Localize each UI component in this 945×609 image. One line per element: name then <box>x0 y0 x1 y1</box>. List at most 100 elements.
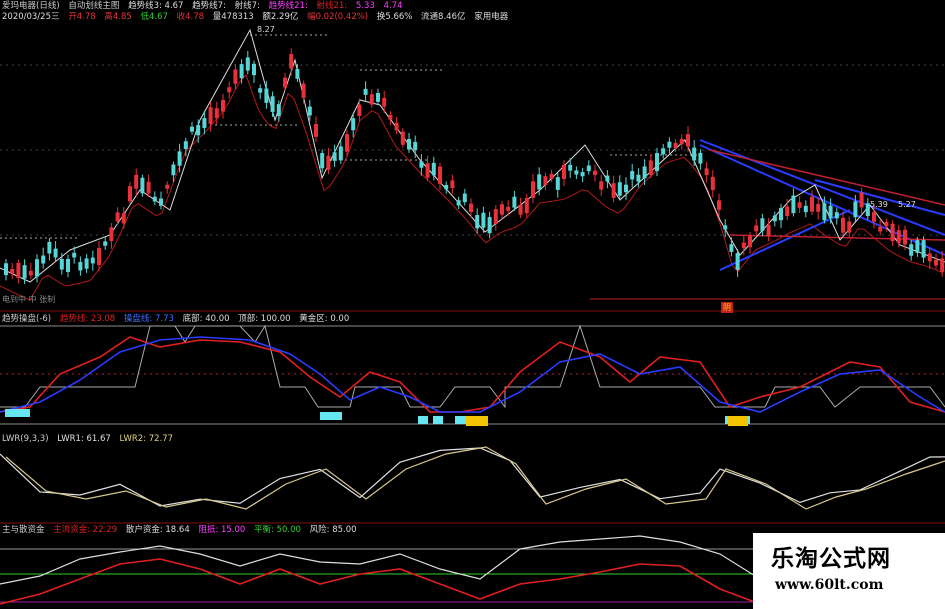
lwr2-line <box>5 446 945 510</box>
lwr-pane[interactable]: LWR(9,3,3) LWR1: 61.67 LWR2: 72.77 <box>0 426 945 524</box>
candle-body <box>698 152 703 164</box>
candle-body <box>810 196 814 212</box>
candle-body <box>493 209 498 224</box>
candle-body <box>202 118 207 128</box>
candle-body <box>369 94 374 105</box>
candle-body <box>630 171 635 180</box>
operation-blue-curve <box>0 336 945 413</box>
candle-body <box>146 181 151 194</box>
candle-body <box>382 97 387 107</box>
candle-body <box>363 88 368 95</box>
candle-body <box>332 152 337 161</box>
candle-body <box>872 211 876 222</box>
candle-body <box>84 258 89 269</box>
candle-body <box>419 161 424 168</box>
candle-body <box>524 197 529 214</box>
candle-body <box>903 229 907 245</box>
candle-body <box>28 270 33 276</box>
candle-body <box>766 224 771 237</box>
candle-body <box>90 257 95 264</box>
candle-body <box>301 83 306 98</box>
candle-body <box>264 88 269 103</box>
right-price-tag-2: 5.27 <box>898 200 916 209</box>
candle-body <box>357 104 362 117</box>
candle-body <box>171 164 176 176</box>
candle-body <box>599 181 604 190</box>
candle-body <box>890 223 895 242</box>
candle-body <box>543 176 548 185</box>
candle-body <box>431 162 436 176</box>
golden-bar <box>728 416 748 426</box>
candle-body <box>227 87 232 93</box>
candle-body <box>741 242 746 249</box>
cyan-bar <box>320 412 342 420</box>
main-chart-pane[interactable]: 爱玛电器(日线) 自动划线主图 趋势线3: 4.67 趋势线7: 射线7: 趋势… <box>0 0 945 313</box>
candle-body <box>704 168 709 176</box>
candle-body <box>10 268 15 275</box>
trend-operation-pane[interactable]: 趋势操盘(-6) 趋势线: 23.08 操盘线: 7.73 底部: 40.00 … <box>0 312 945 426</box>
candle-body <box>165 184 170 189</box>
candle-body <box>233 69 238 84</box>
right-price-tag-1: 5.39 <box>870 200 888 209</box>
candle-body <box>853 201 858 218</box>
candle-body <box>636 174 641 182</box>
candle-body <box>667 141 672 148</box>
support-outline <box>0 324 945 409</box>
candle-body <box>22 265 27 279</box>
candle-body <box>555 177 560 190</box>
candle-body <box>605 175 610 182</box>
candle-body <box>109 227 114 242</box>
main-capital-line <box>0 558 761 605</box>
candle-body <box>351 118 356 131</box>
candle-body <box>190 126 194 132</box>
golden-bar <box>466 416 488 426</box>
candle-body <box>413 141 418 151</box>
candle-body <box>884 222 889 227</box>
candle-body <box>481 212 486 228</box>
watermark-url: www.60lt.com <box>775 577 884 593</box>
candle-body <box>208 107 213 124</box>
candle-body <box>717 200 721 210</box>
candle-body <box>686 134 690 147</box>
candle-body <box>97 248 101 265</box>
candle-body <box>469 203 473 212</box>
candle-body <box>338 146 343 161</box>
candle-body <box>183 141 188 149</box>
candle-body <box>41 255 46 264</box>
candle-body <box>822 203 827 221</box>
candle-body <box>673 142 678 149</box>
candle-body <box>896 230 901 243</box>
candle-body <box>748 235 752 248</box>
candle-body <box>196 125 201 136</box>
high-price-tag: 8.27 <box>257 25 275 34</box>
candle-body <box>624 184 628 193</box>
candle-body <box>152 196 157 202</box>
red-ray <box>709 149 945 206</box>
candle-body <box>803 205 808 213</box>
candle-body <box>239 64 244 79</box>
zigzag-line <box>0 28 945 283</box>
candle-body <box>283 77 287 88</box>
candle-body <box>53 248 58 258</box>
candle-body <box>456 200 461 206</box>
candle-body <box>859 192 864 208</box>
candle-body <box>214 108 219 119</box>
candle-body <box>791 195 796 214</box>
candle-body <box>295 69 300 79</box>
candle-body <box>103 241 108 246</box>
candle-body <box>78 261 83 271</box>
candle-body <box>35 259 39 277</box>
candle-body <box>134 174 139 189</box>
cyan-bar <box>418 416 428 424</box>
candle-body <box>537 174 542 190</box>
candle-body <box>878 227 883 232</box>
candlestick-chart[interactable] <box>0 0 945 312</box>
candle-body <box>252 63 256 76</box>
candle-body <box>940 258 945 272</box>
candle-body <box>487 217 492 234</box>
candle-body <box>376 93 380 102</box>
candle-body <box>140 177 145 194</box>
candle-body <box>723 225 728 230</box>
candle-body <box>568 164 573 171</box>
candle-body <box>828 205 833 218</box>
